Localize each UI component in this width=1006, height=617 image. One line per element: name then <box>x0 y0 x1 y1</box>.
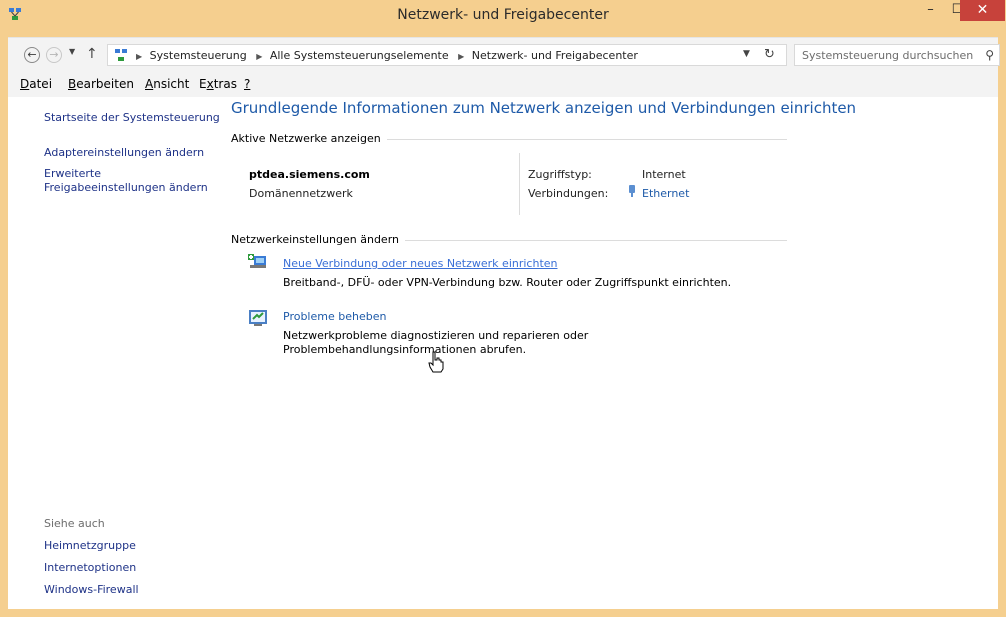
recent-locations-chevron-icon[interactable]: ▼ <box>69 47 75 56</box>
navigation-bar: ← → ▼ ↑ ▶ Systemsteuerung ▶ Alle Systems… <box>8 37 1000 72</box>
connections-label: Verbindungen: <box>528 187 609 200</box>
breadcrumb-separator-icon[interactable]: ▶ <box>256 52 262 61</box>
main-panel: Grundlegende Informationen zum Netzwerk … <box>222 97 998 609</box>
search-input[interactable]: Systemsteuerung durchsuchen <box>802 49 973 62</box>
sidebar-link-control-panel-home[interactable]: Startseite der Systemsteuerung <box>44 111 220 125</box>
active-networks-title: Aktive Netzwerke anzeigen <box>231 132 387 145</box>
see-also-internet-options[interactable]: Internetoptionen <box>44 561 136 575</box>
troubleshoot-link[interactable]: Probleme beheben <box>283 310 386 323</box>
content-area: Startseite der Systemsteuerung Adapterei… <box>8 97 998 609</box>
breadcrumb-separator-icon[interactable]: ▶ <box>458 52 464 61</box>
close-button[interactable]: ✕ <box>960 0 1005 21</box>
hand-cursor-icon <box>428 351 444 373</box>
breadcrumb-separator-icon[interactable]: ▶ <box>136 52 142 61</box>
access-type-label: Zugriffstyp: <box>528 168 592 181</box>
menu-datei[interactable]: Datei <box>20 77 52 91</box>
address-dropdown-chevron-icon[interactable]: ▼ <box>743 49 750 59</box>
refresh-icon[interactable]: ↻ <box>764 47 775 62</box>
access-type-value: Internet <box>642 168 686 181</box>
forward-button[interactable]: → <box>46 47 62 63</box>
menu-bar: Datei Bearbeiten Ansicht Extras ? <box>8 71 998 98</box>
see-also-windows-firewall[interactable]: Windows-Firewall <box>44 583 139 597</box>
menu-extras[interactable]: Extras <box>199 77 237 91</box>
sidebar-link-adapter-settings[interactable]: Adaptereinstellungen ändern <box>44 146 204 160</box>
sidebar: Startseite der Systemsteuerung Adapterei… <box>8 97 222 609</box>
ethernet-icon <box>629 185 635 197</box>
search-icon[interactable]: ⚲ <box>985 48 994 62</box>
change-settings-title: Netzwerkeinstellungen ändern <box>231 233 405 246</box>
network-type[interactable]: Domänennetzwerk <box>249 187 353 200</box>
new-connection-link[interactable]: Neue Verbindung oder neues Netzwerk einr… <box>283 257 558 270</box>
breadcrumb-item[interactable]: Netzwerk- und Freigabecenter <box>472 49 638 62</box>
new-connection-description: Breitband-, DFÜ- oder VPN-Verbindung bzw… <box>283 276 732 289</box>
back-button[interactable]: ← <box>24 47 40 63</box>
menu-help[interactable]: ? <box>244 77 250 91</box>
troubleshoot-icon <box>249 310 267 326</box>
search-box[interactable]: Systemsteuerung durchsuchen ⚲ <box>794 44 1000 66</box>
breadcrumb: ▶ Systemsteuerung ▶ Alle Systemsteuerung… <box>134 49 642 62</box>
troubleshoot-description: Netzwerkprobleme diagnostizieren und rep… <box>283 329 589 356</box>
breadcrumb-item[interactable]: Alle Systemsteuerungselemente <box>270 49 449 62</box>
vertical-divider <box>519 153 520 215</box>
window: Netzwerk- und Freigabecenter – ☐ ✕ ← → ▼… <box>0 0 1006 617</box>
up-button[interactable]: ↑ <box>86 46 98 62</box>
ethernet-connection-link[interactable]: Ethernet <box>642 187 689 200</box>
see-also-homegroup[interactable]: Heimnetzgruppe <box>44 539 136 553</box>
network-name: ptdea.siemens.com <box>249 168 370 181</box>
title-bar: Netzwerk- und Freigabecenter – ☐ ✕ <box>0 0 1006 30</box>
page-title: Grundlegende Informationen zum Netzwerk … <box>231 99 857 117</box>
sidebar-link-advanced-sharing[interactable]: Erweiterte Freigabeeinstellungen ändern <box>44 167 214 195</box>
window-title: Netzwerk- und Freigabecenter <box>397 7 609 23</box>
see-also-caption: Siehe auch <box>44 517 105 530</box>
control-panel-icon <box>115 49 127 61</box>
address-bar[interactable]: ▶ Systemsteuerung ▶ Alle Systemsteuerung… <box>107 44 787 66</box>
menu-ansicht[interactable]: Ansicht <box>145 77 189 91</box>
breadcrumb-item[interactable]: Systemsteuerung <box>150 49 247 62</box>
minimize-button[interactable]: – <box>917 0 944 21</box>
menu-bearbeiten[interactable]: Bearbeiten <box>68 77 134 91</box>
new-connection-icon <box>248 254 266 268</box>
